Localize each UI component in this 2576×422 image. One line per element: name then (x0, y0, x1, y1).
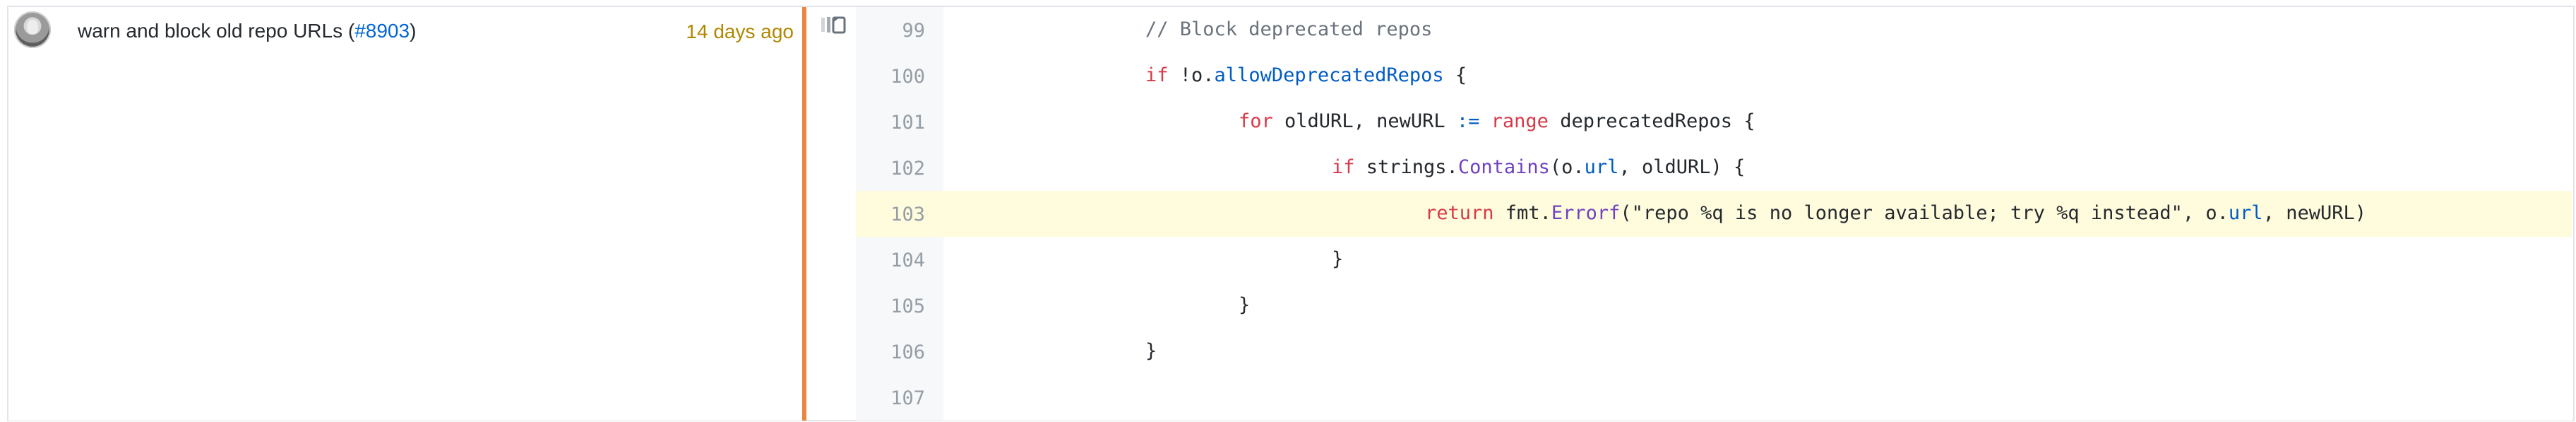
line-number[interactable]: 104 (890, 250, 925, 271)
line-number-row[interactable]: 101 (856, 99, 943, 145)
line-number-row[interactable]: 102 (856, 145, 943, 191)
code-text: } (1145, 340, 1157, 362)
code-text: if !o.allowDeprecatedRepos { (1145, 64, 1467, 86)
commit-message-close: ) (410, 20, 417, 42)
code-token: , oldURL) { (1618, 156, 1746, 178)
blame-panel: warn and block old repo URLs (#8903) 14 … (8, 7, 804, 421)
line-number[interactable]: 107 (890, 387, 925, 409)
code-token: !o. (1168, 64, 1215, 86)
blame-age-indicator (802, 7, 806, 421)
code-token: Contains (1457, 156, 1550, 178)
line-number-row[interactable]: 105 (856, 283, 943, 329)
reblame-icon[interactable] (821, 16, 846, 37)
line-number-row[interactable]: 103 (856, 191, 943, 237)
code-token: } (1332, 248, 1344, 270)
highlighted-code-line: return fmt.Errorf("repo %q is no longer … (943, 191, 2572, 237)
code-line: if !o.allowDeprecatedRepos { (943, 53, 2572, 99)
code-token: } (1145, 340, 1157, 362)
code-line: for oldURL, newURL := range deprecatedRe… (943, 99, 2572, 145)
code-token: url (2228, 202, 2263, 224)
code-text: } (1332, 248, 1343, 270)
code-token: fmt. (1493, 202, 1551, 224)
line-number-row[interactable]: 107 (856, 375, 943, 421)
line-number[interactable]: 102 (890, 158, 925, 180)
code-token: return (1425, 202, 1494, 224)
code-line: if strings.Contains(o.url, oldURL) { (943, 145, 2572, 191)
code-token: { (1443, 64, 1467, 86)
code-token: // Block deprecated repos (1145, 18, 1433, 40)
code-token: for (1239, 110, 1273, 132)
code-line: } (943, 283, 2572, 329)
line-number[interactable]: 100 (890, 66, 925, 88)
code-line: // Block deprecated repos (943, 7, 2572, 53)
commit-time: 14 days ago (686, 20, 794, 42)
code-text: // Block deprecated repos (1145, 18, 1432, 40)
line-number-row[interactable]: 99 (856, 7, 943, 53)
code-token: := (1456, 110, 1480, 132)
code-token: Errorf (1551, 202, 1621, 224)
pull-request-link[interactable]: #8903 (354, 20, 410, 42)
code-line: } (943, 329, 2572, 375)
code-token: , newURL) (2262, 202, 2367, 224)
code-token: oldURL, newURL (1272, 110, 1457, 132)
line-number[interactable]: 105 (890, 295, 925, 317)
line-number[interactable]: 101 (890, 112, 925, 134)
code-token: (o. (1549, 156, 1585, 178)
line-number[interactable]: 99 (902, 20, 925, 42)
code-line: } (943, 237, 2572, 283)
code-text: } (1239, 294, 1250, 316)
line-number-gutter: 99 100 101 102 103 104 105 106 107 (856, 7, 943, 421)
code-token: if (1145, 64, 1169, 86)
code-token: deprecatedRepos { (1548, 110, 1755, 132)
code-token: if (1332, 156, 1355, 178)
code-text: return fmt.Errorf("repo %q is no longer … (1425, 202, 2366, 224)
line-number-row[interactable]: 100 (856, 53, 943, 99)
code-area: // Block deprecated repos if !o.allowDepr… (943, 7, 2572, 421)
code-text: if strings.Contains(o.url, oldURL) { (1332, 156, 1745, 178)
avatar-face (27, 20, 38, 34)
code-token: range (1479, 110, 1549, 132)
code-text: for oldURL, newURL := range deprecatedRe… (1239, 110, 1755, 132)
code-token: allowDeprecatedRepos (1214, 64, 1444, 86)
line-number[interactable]: 106 (890, 341, 925, 363)
line-number[interactable]: 103 (890, 204, 925, 225)
line-number-row[interactable]: 104 (856, 237, 943, 283)
code-token: } (1239, 294, 1251, 316)
line-number-row[interactable]: 106 (856, 329, 943, 375)
commit-message-text: warn and block old repo URLs ( (78, 20, 355, 42)
commit-message[interactable]: warn and block old repo URLs (#8903) (78, 20, 416, 42)
code-token: ("repo %q is no longer available; try %q… (1620, 202, 2229, 224)
code-token: strings. (1354, 156, 1458, 178)
avatar[interactable] (14, 11, 51, 48)
code-token: url (1584, 156, 1619, 178)
